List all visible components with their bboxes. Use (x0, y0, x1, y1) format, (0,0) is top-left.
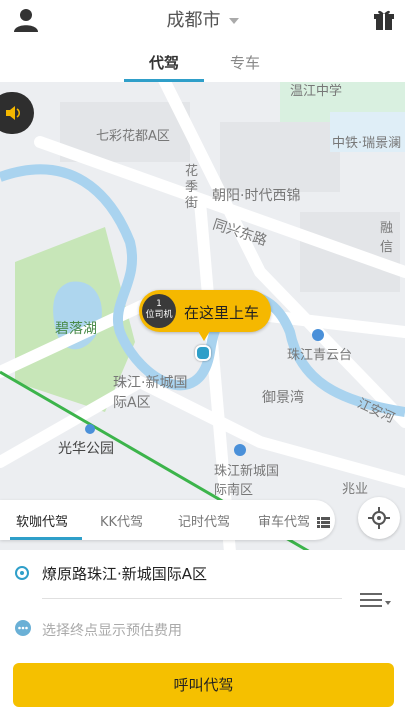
map-label-guanghua-park: 光华公园 (58, 441, 114, 457)
map-label-zhujiang-south: 珠江新城国际南区 (214, 464, 280, 498)
city-name: 成都市 (166, 10, 221, 31)
map-label-zhaoye: 兆业 (342, 482, 369, 497)
call-driver-button[interactable]: 呼叫代驾 (13, 663, 394, 707)
service-tab-4[interactable]: 审车代驾 (258, 511, 331, 530)
map-label-yujingwan: 御景湾 (262, 390, 304, 406)
map-label-qicai: 七彩花都A区 (96, 129, 170, 144)
start-location-field[interactable]: 燎原路珠江·新城国际A区 (42, 563, 207, 584)
tab-designated-driver[interactable]: 代驾 (124, 52, 204, 73)
map-label-qingyuntai: 珠江青云台 (287, 348, 353, 363)
destination-field[interactable]: 选择终点显示预估费用 (42, 620, 182, 640)
list-icon (317, 517, 331, 528)
active-service-indicator (10, 537, 82, 540)
bubble-tail (198, 331, 210, 341)
map-label-wenjiang-school: 温江中学 (290, 84, 343, 99)
speaker-icon (6, 106, 20, 120)
city-selector[interactable]: 成都市 (0, 6, 405, 32)
chevron-down-icon (228, 18, 239, 24)
pickup-label: 在这里上车 (184, 304, 260, 322)
tab-private-car[interactable]: 专车 (205, 52, 285, 73)
destination-icon (15, 620, 31, 636)
driver-count-number: 1 (156, 299, 162, 309)
more-options-icon[interactable] (360, 590, 394, 610)
service-tab-1[interactable]: 软咖代驾 (16, 511, 68, 530)
service-tab-2[interactable]: KK代驾 (100, 511, 143, 530)
map-label-biluohu: 碧落湖 (55, 321, 97, 337)
gift-icon[interactable] (373, 7, 395, 31)
map-label-zhujiang-a: 珠江·新城国际A区 (113, 375, 188, 411)
location-pin-icon (195, 345, 211, 361)
divider (42, 598, 342, 599)
map-label-zhongtie: 中铁·瑞景澜 (332, 136, 402, 151)
map-label-chaoyang: 朝阳·时代西锦 (212, 188, 301, 204)
map-label-huaji-street: 花季街 (185, 164, 199, 211)
map-label-rongxin: 融信 (380, 221, 394, 255)
ellipsis-icon (18, 626, 28, 630)
service-tab-3[interactable]: 记时代驾 (178, 511, 230, 530)
crosshair-icon (368, 507, 390, 529)
nearby-driver-count: 1 位司机 (142, 294, 176, 328)
service-tab-4-label: 审车代驾 (258, 515, 311, 530)
locate-me-button[interactable] (358, 497, 400, 539)
start-point-icon (15, 566, 29, 580)
driver-count-unit: 位司机 (145, 310, 173, 320)
